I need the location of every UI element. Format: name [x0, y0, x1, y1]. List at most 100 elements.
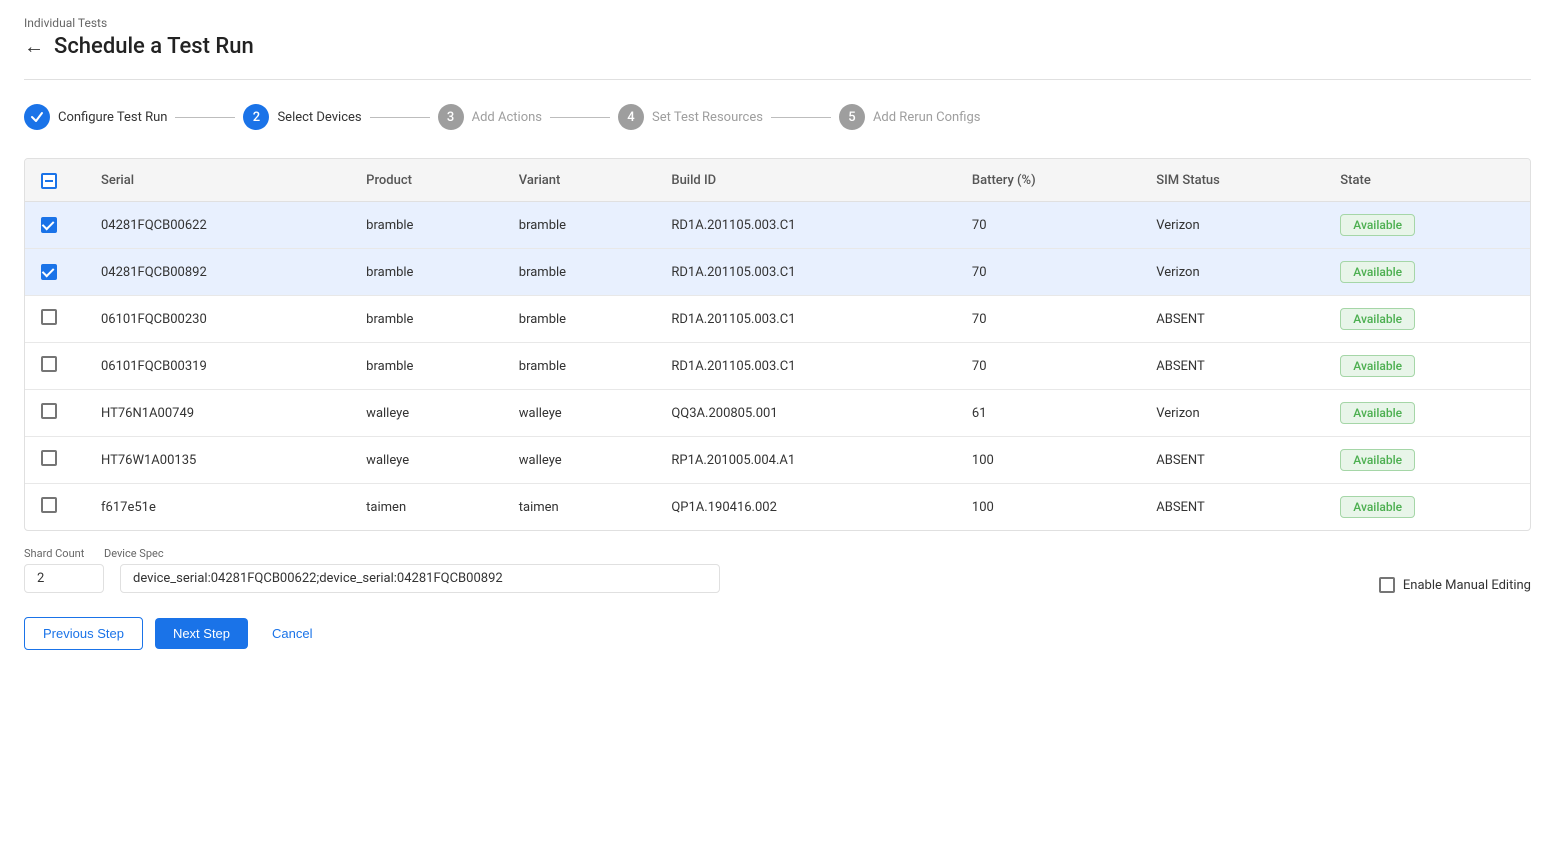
back-button[interactable]: ←	[24, 34, 44, 59]
table-row: HT76W1A00135 walleye walleye RP1A.201005…	[25, 437, 1530, 484]
shard-count-label: Shard Count	[24, 547, 104, 560]
page-title: Schedule a Test Run	[54, 34, 254, 59]
cell-state: Available	[1324, 296, 1530, 343]
cell-battery: 70	[956, 343, 1140, 390]
step-3-circle: 3	[438, 104, 464, 130]
col-sim-status: SIM Status	[1140, 159, 1324, 202]
row-checkbox-3[interactable]	[41, 309, 57, 325]
cell-sim-status: ABSENT	[1140, 484, 1324, 531]
table-row: HT76N1A00749 walleye walleye QQ3A.200805…	[25, 390, 1530, 437]
shard-count-group: Shard Count 2	[24, 547, 104, 593]
cell-variant: bramble	[503, 249, 656, 296]
cell-build-id: QQ3A.200805.001	[655, 390, 956, 437]
cell-variant: bramble	[503, 202, 656, 249]
cell-build-id: RP1A.201005.004.A1	[655, 437, 956, 484]
cell-battery: 70	[956, 202, 1140, 249]
cell-serial: 06101FQCB00319	[85, 343, 350, 390]
table-row: 04281FQCB00622 bramble bramble RD1A.2011…	[25, 202, 1530, 249]
cell-build-id: RD1A.201105.003.C1	[655, 202, 956, 249]
previous-step-button[interactable]: Previous Step	[24, 617, 143, 650]
cell-state: Available	[1324, 249, 1530, 296]
cell-product: bramble	[350, 296, 503, 343]
connector-4-5	[771, 117, 831, 118]
cell-build-id: RD1A.201105.003.C1	[655, 249, 956, 296]
cell-product: taimen	[350, 484, 503, 531]
col-variant: Variant	[503, 159, 656, 202]
devices-table: Serial Product Variant Build ID Battery …	[24, 158, 1531, 531]
col-serial: Serial	[85, 159, 350, 202]
actions-row: Previous Step Next Step Cancel	[24, 617, 1531, 650]
status-badge: Available	[1340, 355, 1415, 377]
enable-manual-label: Enable Manual Editing	[1403, 578, 1531, 593]
col-product: Product	[350, 159, 503, 202]
cell-serial: 06101FQCB00230	[85, 296, 350, 343]
cancel-button[interactable]: Cancel	[260, 618, 324, 649]
device-spec-label: Device Spec	[104, 547, 720, 560]
row-checkbox-4[interactable]	[41, 356, 57, 372]
table-header-row: Serial Product Variant Build ID Battery …	[25, 159, 1530, 202]
row-checkbox-6[interactable]	[41, 450, 57, 466]
cell-battery: 61	[956, 390, 1140, 437]
cell-sim-status: ABSENT	[1140, 343, 1324, 390]
step-1: Configure Test Run	[24, 104, 167, 130]
cell-sim-status: Verizon	[1140, 202, 1324, 249]
status-badge: Available	[1340, 261, 1415, 283]
step-3-label: Add Actions	[472, 110, 542, 125]
step-1-label: Configure Test Run	[58, 110, 167, 125]
cell-state: Available	[1324, 343, 1530, 390]
enable-manual-group: Enable Manual Editing	[1379, 577, 1531, 593]
cell-variant: bramble	[503, 296, 656, 343]
cell-serial: HT76N1A00749	[85, 390, 350, 437]
step-4: 4 Set Test Resources	[618, 104, 763, 130]
cell-serial: 04281FQCB00892	[85, 249, 350, 296]
cell-sim-status: Verizon	[1140, 249, 1324, 296]
enable-manual-checkbox[interactable]	[1379, 577, 1395, 593]
cell-state: Available	[1324, 390, 1530, 437]
table-row: 06101FQCB00319 bramble bramble RD1A.2011…	[25, 343, 1530, 390]
bottom-section: Shard Count 2 Device Spec device_serial:…	[24, 531, 1531, 593]
step-4-label: Set Test Resources	[652, 110, 763, 125]
cell-sim-status: Verizon	[1140, 390, 1324, 437]
cell-state: Available	[1324, 437, 1530, 484]
cell-battery: 100	[956, 437, 1140, 484]
table-row: 06101FQCB00230 bramble bramble RD1A.2011…	[25, 296, 1530, 343]
step-1-circle	[24, 104, 50, 130]
status-badge: Available	[1340, 402, 1415, 424]
row-checkbox-5[interactable]	[41, 403, 57, 419]
row-checkbox-2[interactable]	[41, 264, 57, 280]
cell-variant: walleye	[503, 390, 656, 437]
cell-serial: f617e51e	[85, 484, 350, 531]
cell-sim-status: ABSENT	[1140, 296, 1324, 343]
stepper: Configure Test Run 2 Select Devices 3 Ad…	[24, 104, 1531, 130]
cell-serial: HT76W1A00135	[85, 437, 350, 484]
cell-battery: 70	[956, 296, 1140, 343]
col-state: State	[1324, 159, 1530, 202]
cell-variant: walleye	[503, 437, 656, 484]
step-2-circle: 2	[243, 104, 269, 130]
connector-2-3	[370, 117, 430, 118]
next-step-button[interactable]: Next Step	[155, 618, 248, 649]
row-checkbox-1[interactable]	[41, 217, 57, 233]
device-spec-value[interactable]: device_serial:04281FQCB00622;device_seri…	[120, 564, 720, 593]
step-5: 5 Add Rerun Configs	[839, 104, 981, 130]
step-3: 3 Add Actions	[438, 104, 542, 130]
row-checkbox-7[interactable]	[41, 497, 57, 513]
step-4-circle: 4	[618, 104, 644, 130]
status-badge: Available	[1340, 214, 1415, 236]
step-2-label: Select Devices	[277, 110, 361, 125]
cell-variant: bramble	[503, 343, 656, 390]
status-badge: Available	[1340, 308, 1415, 330]
cell-sim-status: ABSENT	[1140, 437, 1324, 484]
select-all-checkbox[interactable]	[41, 173, 57, 189]
step-2: 2 Select Devices	[243, 104, 361, 130]
cell-product: bramble	[350, 343, 503, 390]
cell-build-id: QP1A.190416.002	[655, 484, 956, 531]
table-row: f617e51e taimen taimen QP1A.190416.002 1…	[25, 484, 1530, 531]
status-badge: Available	[1340, 496, 1415, 518]
step-5-label: Add Rerun Configs	[873, 110, 981, 125]
cell-product: bramble	[350, 249, 503, 296]
cell-serial: 04281FQCB00622	[85, 202, 350, 249]
cell-product: walleye	[350, 437, 503, 484]
col-battery: Battery (%)	[956, 159, 1140, 202]
cell-battery: 100	[956, 484, 1140, 531]
